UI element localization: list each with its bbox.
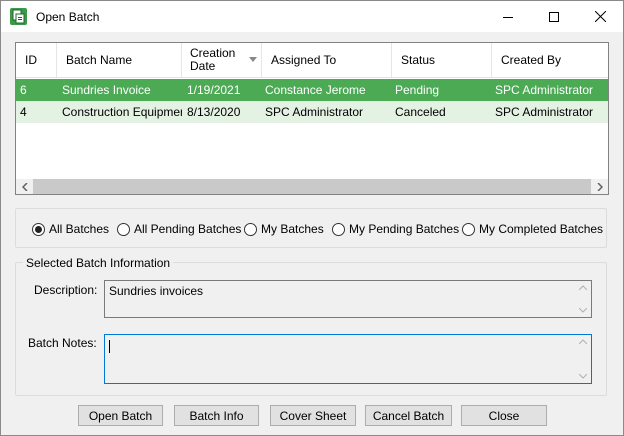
- selected-batch-info-legend: Selected Batch Information: [23, 256, 174, 270]
- cell-status: Canceled: [395, 105, 446, 119]
- cell-id: 6: [20, 83, 27, 97]
- close-button[interactable]: Close: [461, 405, 547, 426]
- radio-button[interactable]: [462, 222, 475, 236]
- radio-button[interactable]: [244, 222, 257, 236]
- cell-status: Pending: [395, 83, 440, 97]
- column-header-created-by[interactable]: Created By: [492, 43, 608, 77]
- column-header-id[interactable]: ID: [16, 43, 57, 77]
- horizontal-scrollbar[interactable]: [16, 179, 608, 194]
- radio-label: My Batches: [261, 222, 324, 236]
- radio-my-batches[interactable]: My Batches: [244, 222, 324, 236]
- cell-batch-name: Construction Equipmen...: [62, 105, 182, 119]
- cell-created-by: SPC Administrator: [495, 83, 594, 97]
- radio-button-checked[interactable]: [32, 222, 45, 236]
- table-row[interactable]: 4 Construction Equipmen... 8/13/2020 SPC…: [16, 101, 608, 123]
- radio-label: All Batches: [49, 222, 110, 236]
- open-batch-window: Open Batch ID Batch Name Creation Date A…: [0, 0, 624, 436]
- cell-creation-date: 1/19/2021: [187, 83, 241, 97]
- cell-created-by: SPC Administrator: [495, 105, 594, 119]
- column-header-creation-date-label: Creation Date: [190, 46, 236, 73]
- close-icon[interactable]: [577, 1, 623, 32]
- batch-notes-field[interactable]: [104, 334, 592, 384]
- maximize-icon[interactable]: [531, 1, 577, 32]
- open-batch-button[interactable]: Open Batch: [78, 405, 163, 426]
- cell-batch-name: Sundries Invoice: [62, 83, 151, 97]
- cell-creation-date: 8/13/2020: [187, 105, 241, 119]
- radio-label: My Pending Batches: [349, 222, 460, 236]
- radio-all-batches[interactable]: All Batches: [32, 222, 109, 236]
- table-row[interactable]: 6 Sundries Invoice 1/19/2021 Constance J…: [16, 79, 608, 101]
- description-field[interactable]: Sundries invoices: [104, 280, 592, 318]
- grid-header: ID Batch Name Creation Date Assigned To …: [16, 43, 608, 78]
- sort-descending-icon: [249, 57, 257, 62]
- window-title: Open Batch: [36, 10, 100, 24]
- scroll-up-icon[interactable]: [578, 285, 587, 290]
- radio-label: All Pending Batches: [134, 222, 242, 236]
- text-caret: [109, 340, 110, 353]
- radio-all-pending-batches[interactable]: All Pending Batches: [117, 222, 241, 236]
- description-value: Sundries invoices: [109, 284, 204, 298]
- minimize-icon[interactable]: [485, 1, 531, 32]
- title-bar: Open Batch: [1, 1, 623, 32]
- scroll-down-icon[interactable]: [578, 308, 587, 313]
- description-scrollbar[interactable]: [574, 281, 591, 317]
- batch-info-button[interactable]: Batch Info: [174, 405, 259, 426]
- radio-label: My Completed Batches: [479, 222, 604, 236]
- cover-sheet-button[interactable]: Cover Sheet: [270, 405, 356, 426]
- batch-notes-label: Batch Notes:: [28, 336, 97, 350]
- batch-grid[interactable]: ID Batch Name Creation Date Assigned To …: [15, 42, 609, 195]
- cancel-batch-button[interactable]: Cancel Batch: [365, 405, 452, 426]
- batch-filter-group: All Batches All Pending Batches My Batch…: [15, 208, 607, 248]
- column-header-status[interactable]: Status: [392, 43, 492, 77]
- scrollbar-thumb[interactable]: [33, 179, 591, 194]
- radio-my-pending-batches[interactable]: My Pending Batches: [332, 222, 459, 236]
- radio-my-completed-batches[interactable]: My Completed Batches: [462, 222, 603, 236]
- scroll-up-icon[interactable]: [578, 339, 587, 344]
- batch-app-icon: [10, 8, 27, 25]
- scroll-left-icon[interactable]: [16, 179, 33, 194]
- column-header-creation-date[interactable]: Creation Date: [182, 43, 262, 77]
- description-label: Description:: [34, 283, 98, 297]
- cell-assigned-to: SPC Administrator: [265, 105, 364, 119]
- radio-button[interactable]: [117, 222, 130, 236]
- cell-assigned-to: Constance Jerome: [265, 83, 366, 97]
- column-header-batch-name[interactable]: Batch Name: [57, 43, 182, 77]
- cell-id: 4: [20, 105, 27, 119]
- radio-button[interactable]: [332, 222, 345, 236]
- batch-notes-scrollbar[interactable]: [574, 335, 591, 383]
- column-header-assigned-to[interactable]: Assigned To: [262, 43, 392, 77]
- scroll-down-icon[interactable]: [578, 374, 587, 379]
- scroll-right-icon[interactable]: [591, 179, 608, 194]
